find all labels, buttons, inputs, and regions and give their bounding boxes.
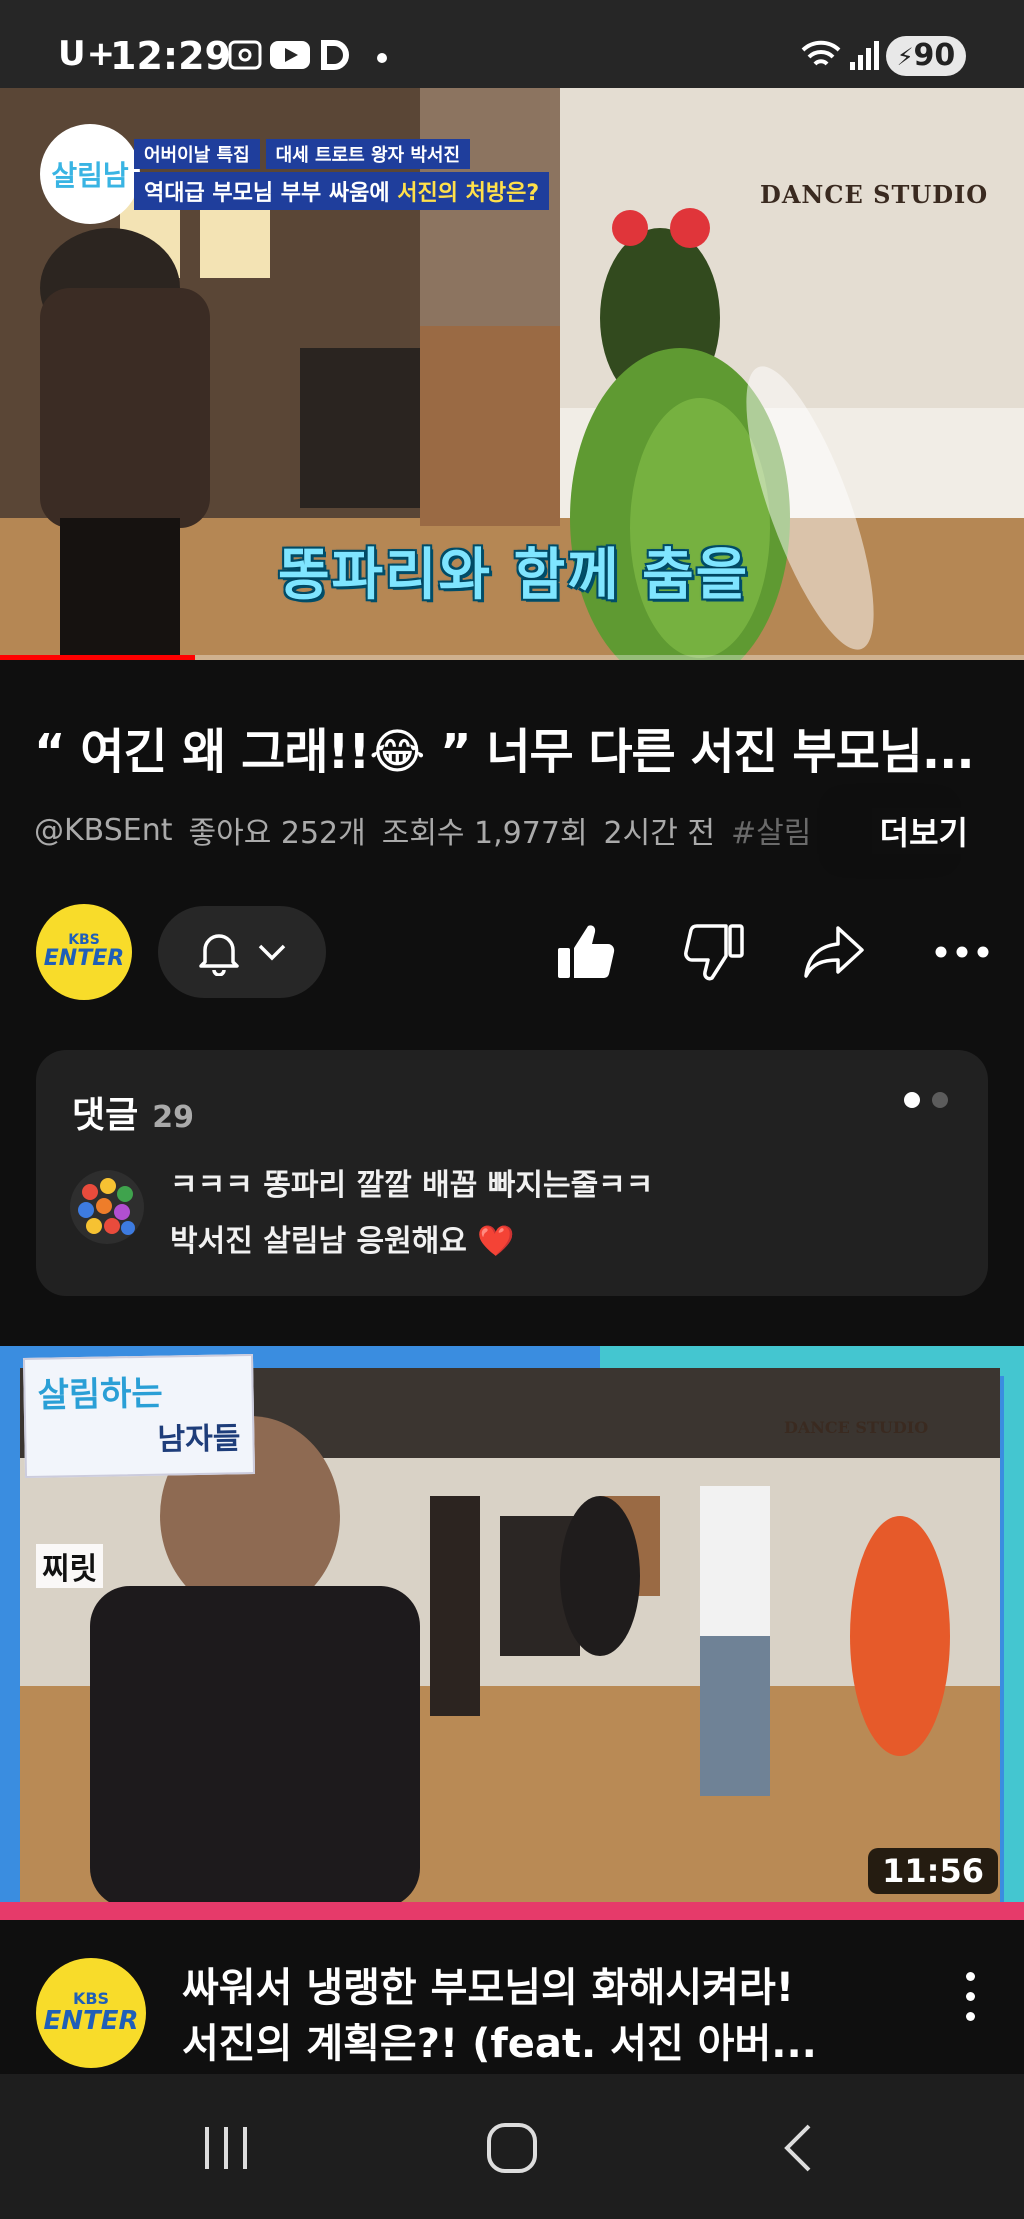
channel-handle: @KBSEnt bbox=[34, 812, 173, 848]
like-button[interactable] bbox=[552, 918, 620, 986]
show-logo-line2: 남자들 bbox=[157, 1421, 241, 1458]
comments-card[interactable]: 댓글 29 ㅋㅋㅋ 똥파리 깔깔 배꼽 빠지는줄ㅋㅋ 박서진 살림남 응원해요 … bbox=[36, 1050, 988, 1296]
comments-count: 29 bbox=[152, 1100, 194, 1135]
menu-dot bbox=[965, 2011, 975, 2021]
carrier-label: U+ bbox=[58, 34, 117, 74]
home-button[interactable] bbox=[472, 2110, 552, 2186]
duration-badge: 11:56 bbox=[868, 1848, 998, 1894]
program-caption-banner: 살림남 어버이날 특집 대세 트로트 왕자 박서진 역대급 부모님 부부 싸움에… bbox=[40, 124, 550, 224]
comment-pager-dots bbox=[904, 1092, 948, 1108]
commenter-avatar bbox=[70, 1170, 144, 1244]
banner-main-text: 역대급 부모님 부부 싸움에 bbox=[144, 180, 390, 206]
recent-apps-icon bbox=[205, 2127, 247, 2169]
show-logo-line1: 살림하는 bbox=[37, 1373, 164, 1416]
top-comment: ㅋㅋㅋ 똥파리 깔깔 배꼽 빠지는줄ㅋㅋ 박서진 살림남 응원해요 ❤️ bbox=[170, 1158, 653, 1270]
comments-label: 댓글 bbox=[72, 1095, 139, 1136]
recommended-studio-sign: DANCE STUDIO bbox=[784, 1418, 929, 1437]
recommended-channel-avatar[interactable]: KBS ENTER bbox=[36, 1958, 146, 2068]
rec-avatar-enter-text: ENTER bbox=[43, 2006, 139, 2036]
rec-title-line2: 서진의 계획은?! (feat. 서진 아버... bbox=[182, 2021, 817, 2067]
hashtag: #살림 bbox=[730, 816, 812, 851]
comment-line-2: 박서진 살림남 응원해요 ❤️ bbox=[170, 1224, 515, 1259]
screenshot-icon bbox=[228, 40, 262, 70]
channel-avatar[interactable]: KBS ENTER bbox=[36, 904, 132, 1000]
charging-icon: ⚡ bbox=[896, 43, 914, 71]
candy-avatar-image bbox=[78, 1178, 135, 1235]
menu-dot bbox=[965, 1971, 975, 1981]
comment-line-1: ㅋㅋㅋ 똥파리 깔깔 배꼽 빠지는줄ㅋㅋ bbox=[170, 1168, 654, 1203]
signal-icon bbox=[850, 41, 879, 70]
clock: 12:29 bbox=[110, 34, 231, 78]
thumbs-up-icon bbox=[558, 925, 615, 978]
subscription-bell-button[interactable] bbox=[158, 906, 326, 998]
video-meta[interactable]: @KBSEnt 좋아요 252개 조회수 1,977회 2시간 전 #살림 bbox=[34, 808, 994, 852]
battery-level: 90 bbox=[913, 38, 956, 73]
more-actions-button[interactable] bbox=[928, 918, 996, 986]
recommended-video-thumbnail[interactable]: 살림하는 남자들 찌릿 DANCE STUDIO 11:56 bbox=[0, 1346, 1024, 1920]
status-bar: U+ 12:29 ⚡90 bbox=[0, 0, 1024, 88]
comments-header: 댓글 29 bbox=[72, 1086, 194, 1138]
bell-icon bbox=[199, 934, 239, 976]
video-player[interactable]: 살림남 어버이날 특집 대세 트로트 왕자 박서진 역대급 부모님 부부 싸움에… bbox=[0, 88, 1024, 660]
video-title[interactable]: “ 여긴 왜 그래!!😂 ” 너무 다른 서진 부모님... bbox=[34, 712, 994, 782]
recommended-more-button[interactable] bbox=[950, 1966, 990, 2026]
view-count: 조회수 1,977회 bbox=[381, 816, 588, 851]
recommended-video-title[interactable]: 싸워서 냉랭한 부모님의 화해시켜라! 서진의 계획은?! (feat. 서진 … bbox=[182, 1960, 902, 2072]
battery-indicator: ⚡90 bbox=[886, 36, 966, 76]
pager-dot bbox=[932, 1092, 948, 1108]
share-icon bbox=[804, 926, 864, 978]
thumbs-down-icon bbox=[684, 924, 744, 981]
system-nav-bar bbox=[0, 2074, 1024, 2219]
recommended-show-logo: 살림하는 남자들 bbox=[22, 1354, 256, 1478]
progress-fill bbox=[0, 655, 195, 660]
posted-time: 2시간 전 bbox=[603, 816, 715, 851]
chevron-down-icon bbox=[258, 944, 286, 961]
more-horizontal-icon bbox=[935, 946, 989, 958]
like-count: 좋아요 252개 bbox=[188, 816, 366, 851]
wifi-icon bbox=[801, 40, 841, 66]
banner-highlight: 서진의 처방은? bbox=[397, 180, 540, 206]
share-button[interactable] bbox=[800, 918, 868, 986]
home-icon bbox=[487, 2123, 537, 2173]
sound-effect-text: 찌릿 bbox=[36, 1544, 104, 1588]
more-button[interactable]: 더보기 bbox=[871, 808, 968, 854]
menu-dot bbox=[965, 1991, 975, 2001]
banner-tag-guest: 대세 트로트 왕자 박서진 bbox=[265, 138, 471, 169]
studio-sign: DANCE STUDIO bbox=[760, 180, 989, 209]
show-logo: 살림남 bbox=[40, 124, 140, 224]
rec-avatar-kbs-text: KBS bbox=[72, 1989, 110, 2008]
rec-title-line1: 싸워서 냉랭한 부모님의 화해시켜라! bbox=[182, 1965, 795, 2011]
avatar-kbs-text: KBS bbox=[68, 932, 100, 948]
dislike-button[interactable] bbox=[680, 918, 748, 986]
pager-dot-active bbox=[904, 1092, 920, 1108]
banner-main: 역대급 부모님 부부 싸움에 서진의 처방은? bbox=[134, 171, 550, 210]
recent-apps-button[interactable] bbox=[186, 2110, 266, 2186]
notification-dot-icon bbox=[377, 53, 387, 63]
banner-tag-special: 어버이날 특집 bbox=[134, 138, 260, 169]
back-button[interactable] bbox=[758, 2110, 838, 2186]
video-subtitle: 똥파리와 함께 춤을 bbox=[278, 543, 750, 608]
youtube-icon bbox=[270, 41, 310, 69]
daum-icon bbox=[321, 40, 349, 70]
back-icon bbox=[784, 2124, 811, 2172]
avatar-enter-text: ENTER bbox=[43, 946, 125, 971]
